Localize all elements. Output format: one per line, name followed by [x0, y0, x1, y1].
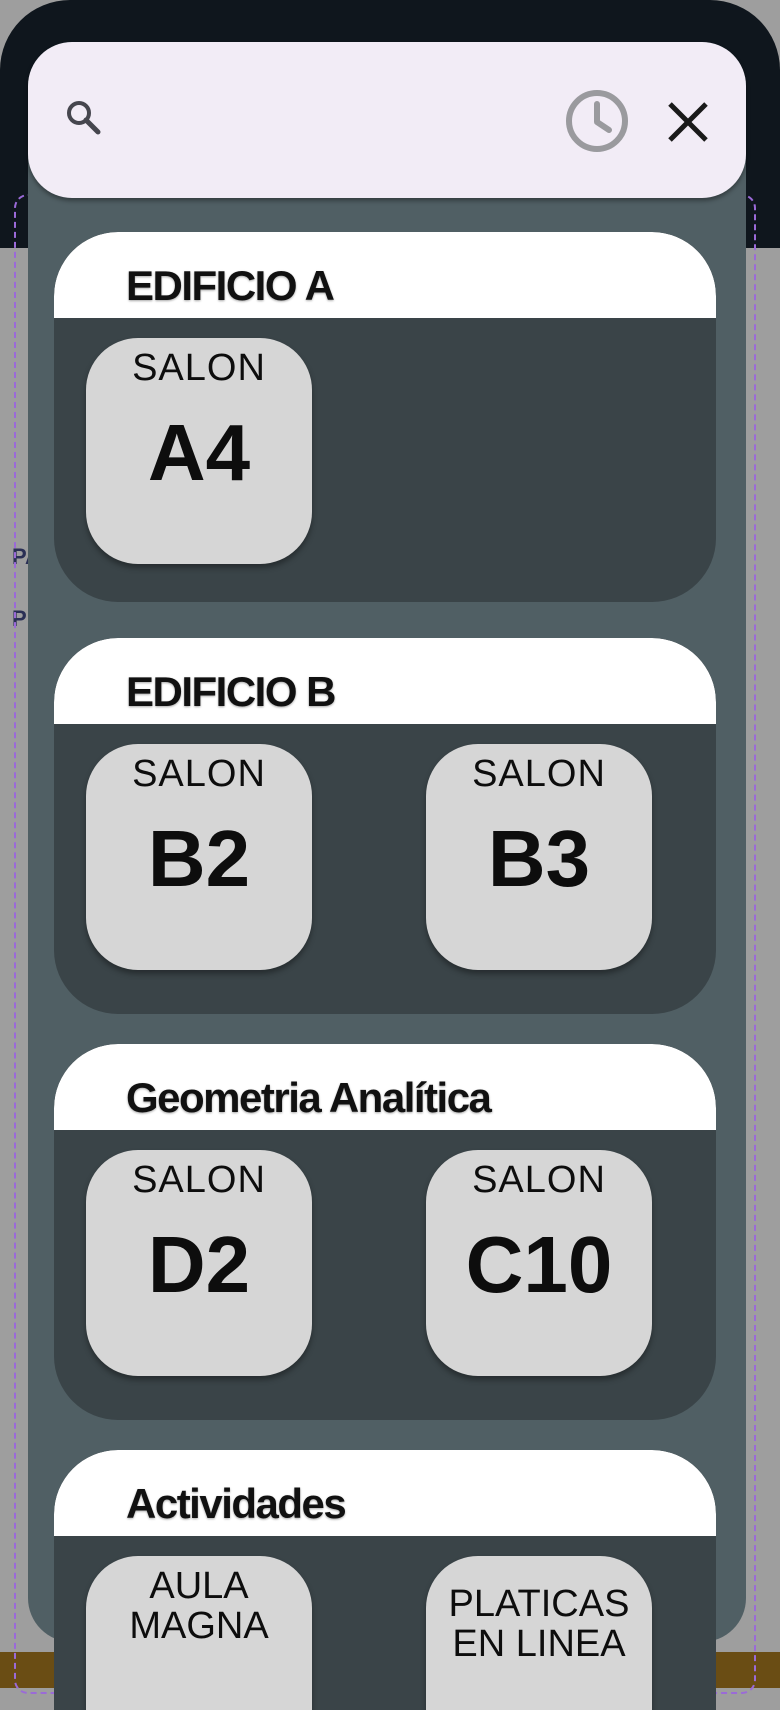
section-edificio-b: EDIFICIO B SALON B2 SALON B3	[54, 638, 716, 1014]
room-tile-c10[interactable]: SALON C10	[426, 1150, 652, 1376]
section-header: Actividades	[54, 1450, 716, 1536]
tile-room: C10	[465, 1220, 613, 1309]
room-tile-d2[interactable]: SALON D2	[86, 1150, 312, 1376]
search-bar[interactable]	[28, 42, 746, 198]
section-edificio-a: EDIFICIO A SALON A4	[54, 232, 716, 602]
section-title: EDIFICIO A	[126, 262, 335, 309]
section-title: Actividades	[126, 1480, 347, 1527]
section-header: EDIFICIO B	[54, 638, 716, 724]
tile-line: MAGNA	[129, 1605, 269, 1647]
tile-line: PLATICAS	[448, 1583, 630, 1625]
section-actividades: Actividades AULA MAGNA PLATICAS EN LINEA	[54, 1450, 716, 1710]
activity-tile-platicas-en-linea[interactable]: PLATICAS EN LINEA	[426, 1556, 652, 1710]
tile-label: SALON	[132, 347, 266, 389]
room-tile-b2[interactable]: SALON B2	[86, 744, 312, 970]
close-icon[interactable]	[664, 98, 712, 146]
activity-tile-aula-magna[interactable]: AULA MAGNA	[86, 1556, 312, 1710]
tile-label: SALON	[132, 753, 266, 795]
section-title: Geometria Analítica	[126, 1074, 492, 1121]
section-geometria-analitica: Geometria Analítica SALON D2 SALON C10	[54, 1044, 716, 1420]
clock-icon[interactable]	[564, 88, 630, 154]
search-icon[interactable]	[60, 94, 106, 140]
tile-room: D2	[147, 1220, 251, 1309]
section-title: EDIFICIO B	[126, 668, 337, 715]
section-header: EDIFICIO A	[54, 232, 716, 318]
tile-line: EN LINEA	[452, 1623, 626, 1665]
tile-room: A4	[147, 408, 251, 497]
tile-line: AULA	[149, 1565, 249, 1607]
tile-label: SALON	[132, 1159, 266, 1201]
section-header: Geometria Analítica	[54, 1044, 716, 1130]
tile-room: B2	[147, 814, 251, 903]
room-tile-b3[interactable]: SALON B3	[426, 744, 652, 970]
tile-label: SALON	[472, 753, 606, 795]
tile-label: SALON	[472, 1159, 606, 1201]
tile-room: B3	[487, 814, 591, 903]
room-tile-a4[interactable]: SALON A4	[86, 338, 312, 564]
